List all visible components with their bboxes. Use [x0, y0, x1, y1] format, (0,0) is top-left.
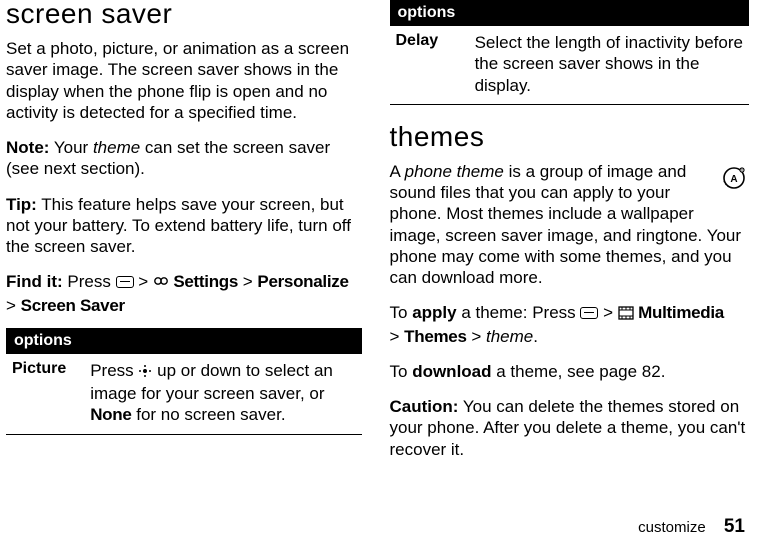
table-row: Delay Select the length of inactivity be…	[390, 26, 750, 104]
apply-theme-line: To apply a theme: Press > Multimedia> Th…	[390, 302, 750, 347]
options-table-left: options Picture Press up or down to sele…	[6, 328, 362, 435]
svg-text:+: +	[740, 167, 744, 174]
settings-text: Settings	[169, 272, 238, 291]
tip-label: Tip:	[6, 195, 37, 214]
feature-badge-icon: A+	[719, 163, 749, 198]
screensaver-note: Note: Your theme can set the screen save…	[6, 137, 362, 180]
heading-themes: themes	[390, 123, 750, 151]
menu-key-icon	[116, 276, 134, 288]
themes-text: Themes	[404, 327, 466, 346]
personalize-text: Personalize	[257, 272, 348, 291]
note-theme-word: theme	[93, 138, 140, 157]
download-bold: download	[412, 362, 491, 381]
section-label: customize	[638, 519, 706, 536]
nav-key-icon	[138, 362, 152, 383]
page-footer: customize 51	[638, 516, 745, 538]
screensaver-tip: Tip: This feature helps save your screen…	[6, 194, 362, 258]
screensaver-text: Screen Saver	[21, 296, 125, 315]
phone-theme-word: phone theme	[405, 162, 504, 181]
page-number: 51	[724, 516, 745, 537]
picture-key: Picture	[6, 354, 84, 434]
multimedia-text: Multimedia	[634, 303, 724, 322]
left-column: screen saver Set a photo, picture, or an…	[0, 0, 380, 490]
picture-value: Press up or down to select an image for …	[84, 354, 361, 434]
find-it-line: Find it: Press > Settings > Personalize>…	[6, 271, 362, 316]
options-header-left: options	[6, 328, 362, 354]
note-label: Note:	[6, 138, 49, 157]
caution-label: Caution:	[390, 397, 459, 416]
svg-text:A: A	[730, 174, 737, 185]
themes-para1: A+ A phone theme is a group of image and…	[390, 161, 750, 289]
none-text: None	[90, 405, 131, 424]
download-theme-line: To download a theme, see page 82.	[390, 361, 750, 382]
settings-icon	[153, 273, 169, 294]
delay-key: Delay	[390, 26, 469, 104]
apply-bold: apply	[412, 303, 456, 322]
caution-line: Caution: You can delete the themes store…	[390, 396, 750, 460]
table-row: Picture Press up or down to select an im…	[6, 354, 362, 434]
options-table-right: options Delay Select the length of inact…	[390, 0, 750, 105]
right-column: options Delay Select the length of inact…	[380, 0, 759, 490]
options-header-right: options	[390, 0, 750, 26]
delay-value: Select the length of inactivity before t…	[469, 26, 749, 104]
multimedia-icon	[618, 304, 634, 325]
find-it-label: Find it:	[6, 272, 63, 291]
theme-italic: theme	[486, 327, 533, 346]
menu-key-icon	[580, 307, 598, 319]
screensaver-intro: Set a photo, picture, or animation as a …	[6, 38, 362, 123]
heading-screen-saver: screen saver	[6, 0, 362, 28]
